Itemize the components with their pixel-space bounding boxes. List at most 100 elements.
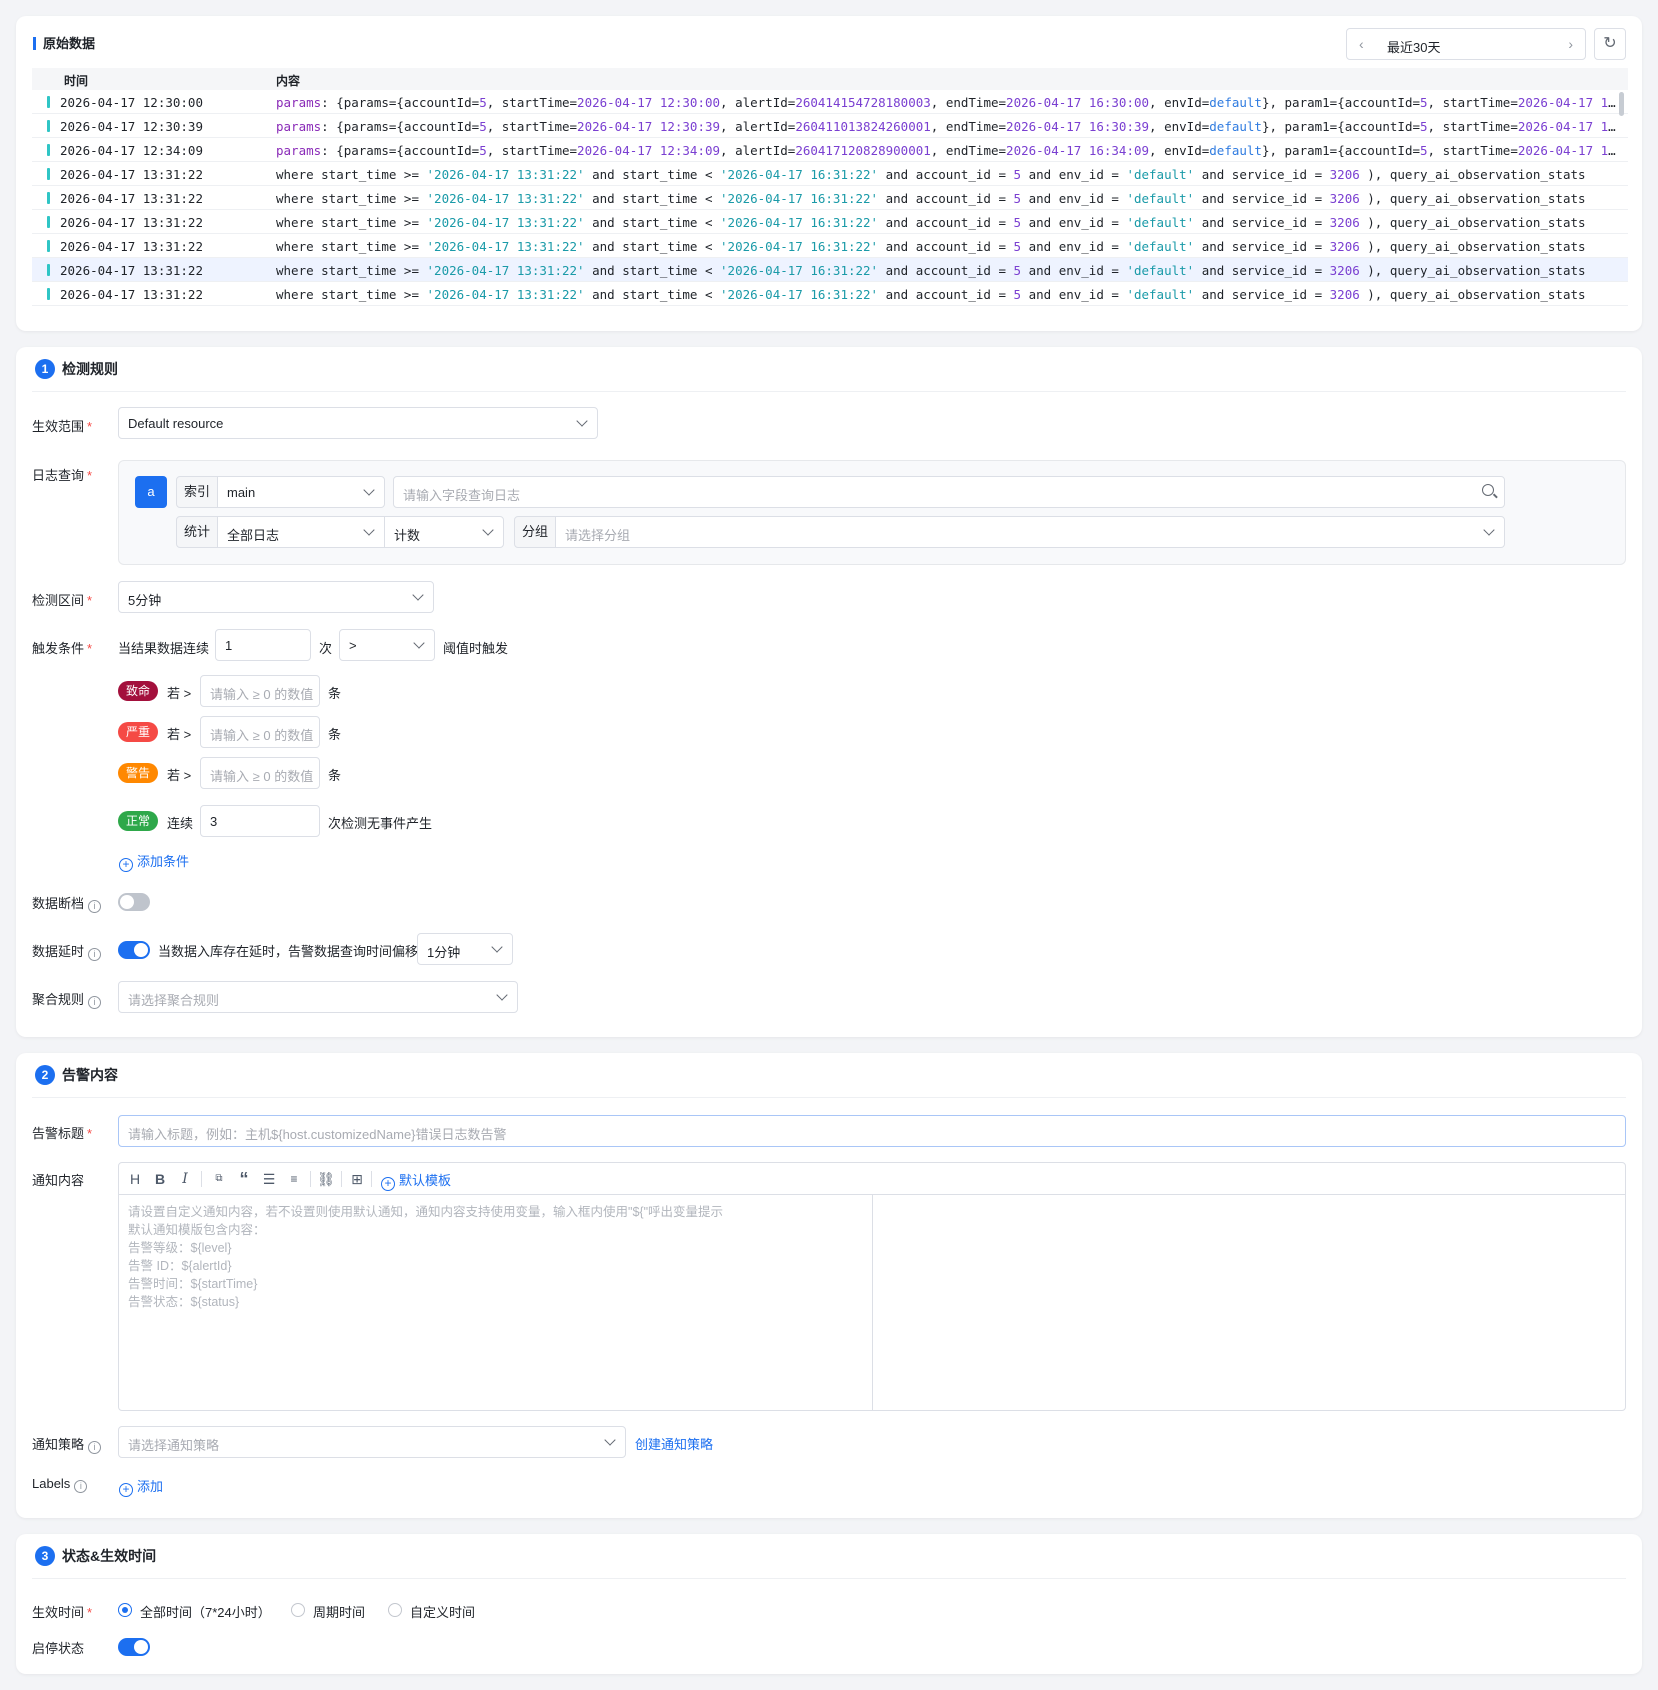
aggregation-label: 聚合规则 i bbox=[32, 989, 102, 1009]
radio-period-time-label: 周期时间 bbox=[313, 1605, 366, 1620]
data-delay-value: 1分钟 bbox=[427, 945, 461, 960]
aggregation-select[interactable]: 请选择聚合规则 bbox=[118, 981, 518, 1013]
level-threshold-input[interactable]: 请输入 ≥ 0 的数值 bbox=[200, 716, 320, 748]
time-range-picker[interactable]: ‹ 最近30天 › bbox=[1346, 28, 1586, 60]
editor-input-pane[interactable]: 请设置自定义通知内容，若不设置则使用默认通知，通知内容支持使用变量，输入框内使用… bbox=[119, 1195, 873, 1410]
ordered-list-icon[interactable]: ≡ bbox=[285, 1169, 303, 1189]
section-header: 1 检测规则 bbox=[35, 359, 118, 381]
create-policy-link[interactable]: 创建通知策略 bbox=[635, 1434, 713, 1453]
enable-status-label: 启停状态 bbox=[32, 1641, 85, 1656]
radio-period-time[interactable] bbox=[291, 1603, 305, 1617]
plus-circle-icon: + bbox=[381, 1177, 395, 1191]
section-header: 3 状态&生效时间 bbox=[35, 1546, 156, 1568]
level-threshold-input[interactable]: 请输入 ≥ 0 的数值 bbox=[200, 757, 320, 789]
chevron-down-icon bbox=[412, 589, 424, 601]
row-content: params: {params={accountId=5, startTime=… bbox=[276, 119, 1622, 134]
group-addon: 分组 bbox=[514, 516, 556, 548]
data-delay-select[interactable]: 1分钟 bbox=[417, 933, 513, 965]
step-number: 2 bbox=[35, 1065, 55, 1085]
table-row[interactable]: 2026-04-17 13:31:22 where start_time >= '… bbox=[32, 162, 1628, 186]
trigger-operator-value: > bbox=[349, 638, 357, 653]
editor-placeholder-line: 告警 ID：${alertId} bbox=[128, 1259, 232, 1273]
level-if-text: 若 > bbox=[167, 768, 192, 783]
row-content: params: {params={accountId=5, startTime=… bbox=[276, 143, 1622, 158]
table-scrollbar[interactable] bbox=[1619, 92, 1624, 116]
refresh-button[interactable]: ↻ bbox=[1594, 28, 1626, 60]
notify-policy-select[interactable]: 请选择通知策略 bbox=[118, 1426, 626, 1458]
row-time: 2026-04-17 13:31:22 bbox=[60, 215, 203, 230]
enable-status-toggle[interactable] bbox=[118, 1638, 150, 1656]
row-level-indicator bbox=[47, 96, 50, 108]
table-row[interactable]: 2026-04-17 13:31:22 where start_time >= '… bbox=[32, 186, 1628, 210]
radio-custom-time[interactable] bbox=[388, 1603, 402, 1617]
level-threshold-placeholder: 请输入 ≥ 0 的数值 bbox=[210, 769, 314, 784]
bullet-list-icon[interactable]: ☰ bbox=[260, 1169, 278, 1189]
link-icon[interactable]: ⛓ bbox=[317, 1169, 335, 1189]
row-level-indicator bbox=[47, 192, 50, 204]
scope-select[interactable]: Default resource bbox=[118, 407, 598, 439]
italic-icon[interactable]: I bbox=[177, 1169, 193, 1189]
column-header-content: 内容 bbox=[276, 74, 301, 88]
row-time: 2026-04-17 13:31:22 bbox=[60, 191, 203, 206]
level-if-text: 若 > bbox=[167, 686, 192, 701]
radio-all-time[interactable] bbox=[118, 1603, 132, 1617]
add-label-button[interactable]: + 添加 bbox=[119, 1476, 163, 1497]
search-icon[interactable] bbox=[1482, 484, 1494, 496]
row-level-indicator bbox=[47, 120, 50, 132]
step-number: 3 bbox=[35, 1546, 55, 1566]
chevron-right-icon[interactable]: › bbox=[1568, 36, 1573, 52]
count-select[interactable]: 计数 bbox=[384, 516, 504, 548]
chevron-down-icon bbox=[576, 415, 588, 427]
row-level-indicator bbox=[47, 168, 50, 180]
quote-icon[interactable]: “ bbox=[235, 1169, 253, 1189]
query-letter-badge[interactable]: a bbox=[135, 476, 167, 508]
editor-placeholder-line: 告警时间：${startTime} bbox=[128, 1277, 258, 1291]
table-icon[interactable]: ⊞ bbox=[348, 1169, 366, 1189]
log-search-input[interactable]: 请输入字段查询日志 bbox=[393, 476, 1505, 508]
group-select[interactable]: 请选择分组 bbox=[555, 516, 1505, 548]
normal-count-input[interactable]: 3 bbox=[200, 805, 320, 837]
table-row[interactable]: 2026-04-17 13:31:22 where start_time >= '… bbox=[32, 258, 1628, 282]
chevron-down-icon bbox=[1483, 524, 1495, 536]
trigger-operator-select[interactable]: > bbox=[339, 629, 435, 661]
group-placeholder: 请选择分组 bbox=[565, 528, 631, 543]
plus-circle-icon: + bbox=[119, 1483, 133, 1497]
data-delay-label: 数据延时 i bbox=[32, 941, 102, 961]
table-row[interactable]: 2026-04-17 13:31:22 where start_time >= '… bbox=[32, 210, 1628, 234]
divider bbox=[32, 1578, 1626, 1579]
radio-custom-time-label: 自定义时间 bbox=[410, 1605, 476, 1620]
index-select[interactable]: main bbox=[217, 476, 385, 508]
add-condition-button[interactable]: + 添加条件 bbox=[119, 851, 189, 872]
alert-title-input[interactable]: 请输入标题，例如：主机${host.customizedName}错误日志数告警 bbox=[118, 1115, 1626, 1147]
info-icon: i bbox=[88, 996, 102, 1009]
table-row[interactable]: 2026-04-17 12:30:39 params: {params={acco… bbox=[32, 114, 1628, 138]
data-gap-toggle[interactable] bbox=[118, 893, 150, 911]
data-delay-toggle[interactable] bbox=[118, 941, 150, 959]
interval-label: 检测区间 * bbox=[32, 593, 93, 608]
default-template-button[interactable]: + 默认模板 bbox=[381, 1170, 451, 1191]
row-content: where start_time >= '2026-04-17 13:31:22… bbox=[276, 239, 1586, 254]
level-tag-normal: 正常 bbox=[118, 811, 158, 831]
alert-content-card: 2 告警内容 告警标题 * 请输入标题，例如：主机${host.customized… bbox=[16, 1053, 1642, 1518]
code-block-icon[interactable]: ⧉ bbox=[210, 1169, 228, 1189]
detection-rule-card: 1 检测规则 生效范围 * Default resource 日志查询 * a 索引 … bbox=[16, 347, 1642, 1037]
row-level-indicator bbox=[47, 216, 50, 228]
info-icon: i bbox=[74, 1480, 88, 1493]
chevron-down-icon bbox=[496, 989, 508, 1001]
editor-toolbar: H B I ⧉ “ ☰ ≡ ⛓ ⊞ + 默认模板 bbox=[119, 1163, 1625, 1195]
chevron-left-icon[interactable]: ‹ bbox=[1359, 36, 1364, 52]
log-search-placeholder: 请输入字段查询日志 bbox=[403, 488, 521, 503]
trigger-count-input[interactable]: 1 bbox=[215, 629, 311, 661]
level-threshold-input[interactable]: 请输入 ≥ 0 的数值 bbox=[200, 675, 320, 707]
bold-icon[interactable]: B bbox=[152, 1169, 168, 1189]
notify-content-label: 通知内容 bbox=[32, 1173, 85, 1188]
chevron-down-icon bbox=[363, 524, 375, 536]
heading-icon[interactable]: H bbox=[127, 1169, 143, 1189]
table-row[interactable]: 2026-04-17 12:34:09 params: {params={acco… bbox=[32, 138, 1628, 162]
table-row[interactable]: 2026-04-17 13:31:22 where start_time >= '… bbox=[32, 282, 1628, 306]
table-row[interactable]: 2026-04-17 12:30:00 params: {params={acco… bbox=[32, 90, 1628, 114]
notify-content-editor[interactable]: H B I ⧉ “ ☰ ≡ ⛓ ⊞ + 默认模板 请设置自定义通知内容，若不设置则… bbox=[118, 1162, 1626, 1411]
stat-select[interactable]: 全部日志 bbox=[217, 516, 385, 548]
interval-select[interactable]: 5分钟 bbox=[118, 581, 434, 613]
table-row[interactable]: 2026-04-17 13:31:22 where start_time >= '… bbox=[32, 234, 1628, 258]
